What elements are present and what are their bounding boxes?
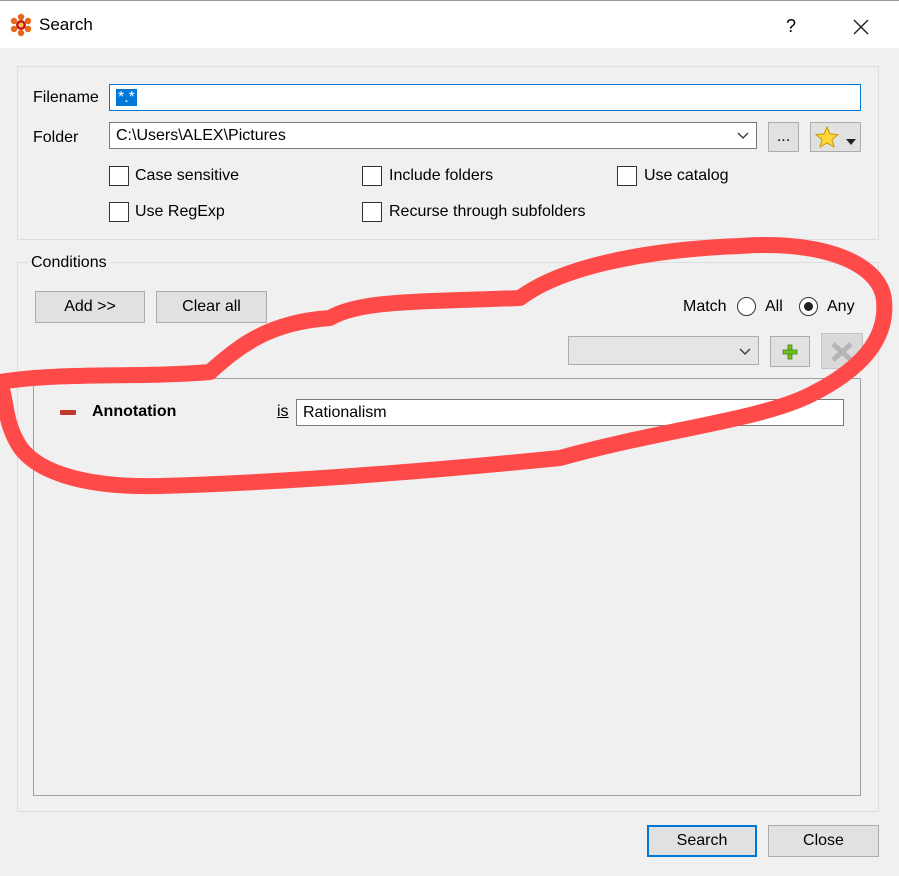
recurse-subfolders-checkbox[interactable]	[362, 202, 382, 222]
match-all-radio[interactable]	[737, 297, 756, 316]
help-button[interactable]: ?	[777, 12, 805, 40]
plus-icon	[782, 344, 798, 365]
close-icon[interactable]	[845, 12, 877, 42]
match-any-label[interactable]: Any	[827, 298, 855, 316]
xnview-icon	[9, 13, 33, 37]
recurse-subfolders-label[interactable]: Recurse through subfolders	[389, 203, 586, 221]
search-button[interactable]: Search	[647, 825, 757, 857]
add-row-button[interactable]	[770, 336, 810, 367]
close-button[interactable]: Close	[768, 825, 879, 857]
case-sensitive-checkbox[interactable]	[109, 166, 129, 186]
include-folders-label[interactable]: Include folders	[389, 167, 493, 185]
use-catalog-checkbox[interactable]	[617, 166, 637, 186]
case-sensitive-label[interactable]: Case sensitive	[135, 167, 239, 185]
use-regexp-label[interactable]: Use RegExp	[135, 203, 225, 221]
dropdown-arrow-icon	[845, 133, 857, 151]
filename-label: Filename	[33, 89, 99, 106]
title-bar[interactable]	[0, 4, 899, 48]
include-folders-checkbox[interactable]	[362, 166, 382, 186]
delete-icon	[830, 341, 854, 368]
use-catalog-label[interactable]: Use catalog	[644, 167, 729, 185]
condition-value-input[interactable]: Rationalism	[296, 399, 844, 426]
condition-type-combo[interactable]	[568, 336, 759, 365]
delete-row-button[interactable]	[821, 333, 863, 369]
star-icon	[814, 125, 840, 154]
condition-field: Annotation	[92, 403, 177, 420]
filename-value: *.*	[116, 89, 137, 106]
folder-combo[interactable]: C:\Users\ALEX\Pictures	[109, 122, 757, 149]
filename-input[interactable]: *.*	[109, 84, 861, 111]
folder-label: Folder	[33, 129, 79, 146]
chevron-down-icon	[738, 339, 752, 366]
clear-all-button[interactable]: Clear all	[156, 291, 267, 323]
condition-operator-link[interactable]: is	[277, 403, 289, 421]
window-title: Search	[39, 15, 93, 34]
conditions-list	[33, 378, 861, 796]
folder-value: C:\Users\ALEX\Pictures	[116, 127, 286, 144]
conditions-label: Conditions	[28, 254, 110, 272]
browse-button[interactable]: ...	[768, 122, 799, 152]
use-regexp-checkbox[interactable]	[109, 202, 129, 222]
add-condition-button[interactable]: Add >>	[35, 291, 145, 323]
remove-condition-icon[interactable]	[60, 410, 76, 415]
match-label: Match	[683, 298, 727, 315]
match-all-label[interactable]: All	[765, 298, 783, 316]
favorites-button[interactable]	[810, 122, 861, 152]
chevron-down-icon	[736, 123, 750, 156]
match-any-radio[interactable]	[799, 297, 818, 316]
